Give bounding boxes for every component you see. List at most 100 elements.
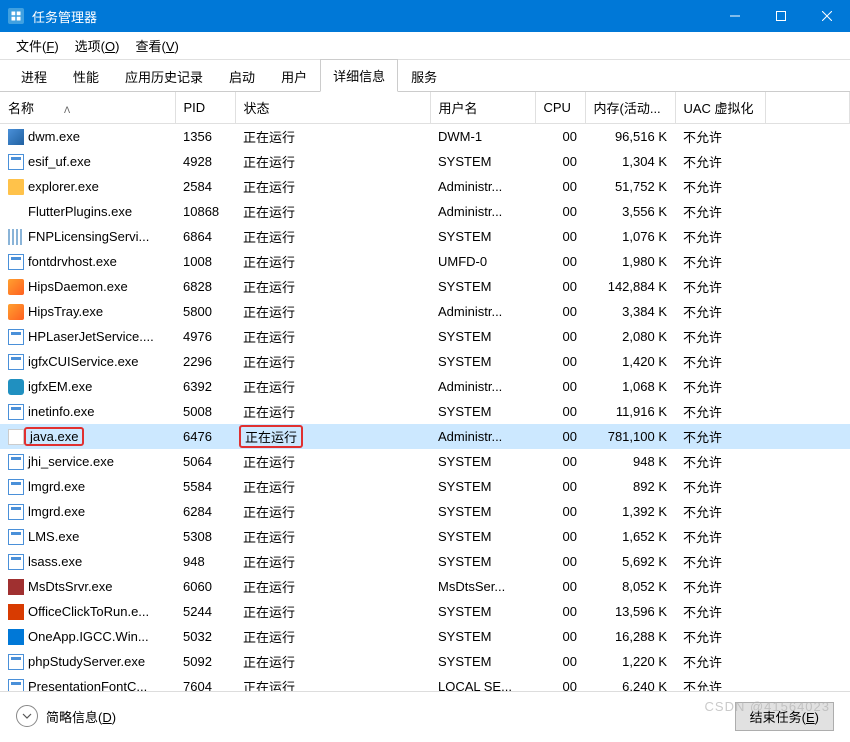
process-uac: 不允许 [675, 149, 765, 174]
process-uac: 不允许 [675, 324, 765, 349]
process-status: 正在运行 [235, 424, 430, 449]
tab-0[interactable]: 进程 [8, 60, 60, 92]
process-uac: 不允许 [675, 399, 765, 424]
table-row[interactable]: phpStudyServer.exe 5092 正在运行 SYSTEM 00 1… [0, 649, 850, 674]
process-icon [8, 479, 24, 495]
process-icon [8, 229, 24, 245]
table-row[interactable]: lmgrd.exe 5584 正在运行 SYSTEM 00 892 K 不允许 [0, 474, 850, 499]
process-status: 正在运行 [235, 224, 430, 249]
process-cpu: 00 [535, 674, 585, 692]
tab-4[interactable]: 用户 [268, 60, 320, 92]
process-mem: 1,068 K [585, 374, 675, 399]
process-status: 正在运行 [235, 474, 430, 499]
tabbar: 进程性能应用历史记录启动用户详细信息服务 [0, 60, 850, 92]
process-status: 正在运行 [235, 249, 430, 274]
process-mem: 142,884 K [585, 274, 675, 299]
column-mem[interactable]: 内存(活动... [585, 92, 675, 124]
process-name: HPLaserJetService.... [28, 329, 154, 344]
table-row[interactable]: java.exe 6476 正在运行 Administr... 00 781,1… [0, 424, 850, 449]
table-row[interactable]: explorer.exe 2584 正在运行 Administr... 00 5… [0, 174, 850, 199]
tab-3[interactable]: 启动 [216, 60, 268, 92]
process-uac: 不允许 [675, 474, 765, 499]
table-row[interactable]: igfxEM.exe 6392 正在运行 Administr... 00 1,0… [0, 374, 850, 399]
table-row[interactable]: dwm.exe 1356 正在运行 DWM-1 00 96,516 K 不允许 [0, 124, 850, 150]
process-pid: 2296 [175, 349, 235, 374]
process-mem: 1,980 K [585, 249, 675, 274]
process-user: SYSTEM [430, 149, 535, 174]
process-name: FlutterPlugins.exe [28, 204, 132, 219]
process-icon [8, 179, 24, 195]
process-name: lmgrd.exe [28, 479, 85, 494]
process-mem: 5,692 K [585, 549, 675, 574]
table-row[interactable]: HipsTray.exe 5800 正在运行 Administr... 00 3… [0, 299, 850, 324]
process-status: 正在运行 [235, 499, 430, 524]
process-cpu: 00 [535, 274, 585, 299]
process-table-container[interactable]: 名称ᐱ PID 状态 用户名 CPU 内存(活动... UAC 虚拟化 dwm.… [0, 92, 850, 692]
process-uac: 不允许 [675, 549, 765, 574]
process-pid: 5584 [175, 474, 235, 499]
brief-info-toggle[interactable]: 简略信息(D) [16, 705, 116, 727]
process-pid: 6864 [175, 224, 235, 249]
table-row[interactable]: MsDtsSrvr.exe 6060 正在运行 MsDtsSer... 00 8… [0, 574, 850, 599]
tab-6[interactable]: 服务 [398, 60, 450, 92]
process-name: explorer.exe [28, 179, 99, 194]
process-icon [8, 454, 24, 470]
process-icon [8, 404, 24, 420]
process-cpu: 00 [535, 199, 585, 224]
table-row[interactable]: PresentationFontC... 7604 正在运行 LOCAL SE.… [0, 674, 850, 692]
process-pid: 5008 [175, 399, 235, 424]
minimize-button[interactable] [712, 0, 758, 32]
table-row[interactable]: LMS.exe 5308 正在运行 SYSTEM 00 1,652 K 不允许 [0, 524, 850, 549]
process-pid: 5308 [175, 524, 235, 549]
process-name: esif_uf.exe [28, 154, 91, 169]
process-user: SYSTEM [430, 274, 535, 299]
process-user: SYSTEM [430, 524, 535, 549]
table-row[interactable]: FlutterPlugins.exe 10868 正在运行 Administr.… [0, 199, 850, 224]
table-row[interactable]: jhi_service.exe 5064 正在运行 SYSTEM 00 948 … [0, 449, 850, 474]
column-uac[interactable]: UAC 虚拟化 [675, 92, 765, 124]
process-uac: 不允许 [675, 649, 765, 674]
process-name: OfficeClickToRun.e... [28, 604, 149, 619]
table-row[interactable]: FNPLicensingServi... 6864 正在运行 SYSTEM 00… [0, 224, 850, 249]
process-status: 正在运行 [235, 624, 430, 649]
process-cpu: 00 [535, 549, 585, 574]
table-row[interactable]: lmgrd.exe 6284 正在运行 SYSTEM 00 1,392 K 不允… [0, 499, 850, 524]
table-row[interactable]: inetinfo.exe 5008 正在运行 SYSTEM 00 11,916 … [0, 399, 850, 424]
table-row[interactable]: HPLaserJetService.... 4976 正在运行 SYSTEM 0… [0, 324, 850, 349]
process-cpu: 00 [535, 374, 585, 399]
column-pid[interactable]: PID [175, 92, 235, 124]
table-row[interactable]: lsass.exe 948 正在运行 SYSTEM 00 5,692 K 不允许 [0, 549, 850, 574]
column-status[interactable]: 状态 [235, 92, 430, 124]
process-mem: 96,516 K [585, 124, 675, 150]
table-row[interactable]: OneApp.IGCC.Win... 5032 正在运行 SYSTEM 00 1… [0, 624, 850, 649]
tab-5[interactable]: 详细信息 [320, 59, 398, 92]
process-icon [8, 279, 24, 295]
process-status: 正在运行 [235, 574, 430, 599]
table-row[interactable]: OfficeClickToRun.e... 5244 正在运行 SYSTEM 0… [0, 599, 850, 624]
process-mem: 1,652 K [585, 524, 675, 549]
table-row[interactable]: esif_uf.exe 4928 正在运行 SYSTEM 00 1,304 K … [0, 149, 850, 174]
process-status: 正在运行 [235, 549, 430, 574]
process-cpu: 00 [535, 424, 585, 449]
process-mem: 16,288 K [585, 624, 675, 649]
tab-1[interactable]: 性能 [60, 60, 112, 92]
process-status: 正在运行 [235, 199, 430, 224]
process-pid: 6060 [175, 574, 235, 599]
table-row[interactable]: HipsDaemon.exe 6828 正在运行 SYSTEM 00 142,8… [0, 274, 850, 299]
menu-file[interactable]: 文件(F) [8, 32, 67, 59]
table-row[interactable]: igfxCUIService.exe 2296 正在运行 SYSTEM 00 1… [0, 349, 850, 374]
table-row[interactable]: fontdrvhost.exe 1008 正在运行 UMFD-0 00 1,98… [0, 249, 850, 274]
tab-2[interactable]: 应用历史记录 [112, 60, 216, 92]
process-icon [8, 529, 24, 545]
menu-options[interactable]: 选项(O) [67, 32, 128, 59]
process-pid: 4976 [175, 324, 235, 349]
process-icon [8, 379, 24, 395]
process-cpu: 00 [535, 399, 585, 424]
column-cpu[interactable]: CPU [535, 92, 585, 124]
menu-view[interactable]: 查看(V) [127, 32, 186, 59]
column-name[interactable]: 名称ᐱ [0, 92, 175, 124]
process-cpu: 00 [535, 524, 585, 549]
close-button[interactable] [804, 0, 850, 32]
column-user[interactable]: 用户名 [430, 92, 535, 124]
maximize-button[interactable] [758, 0, 804, 32]
